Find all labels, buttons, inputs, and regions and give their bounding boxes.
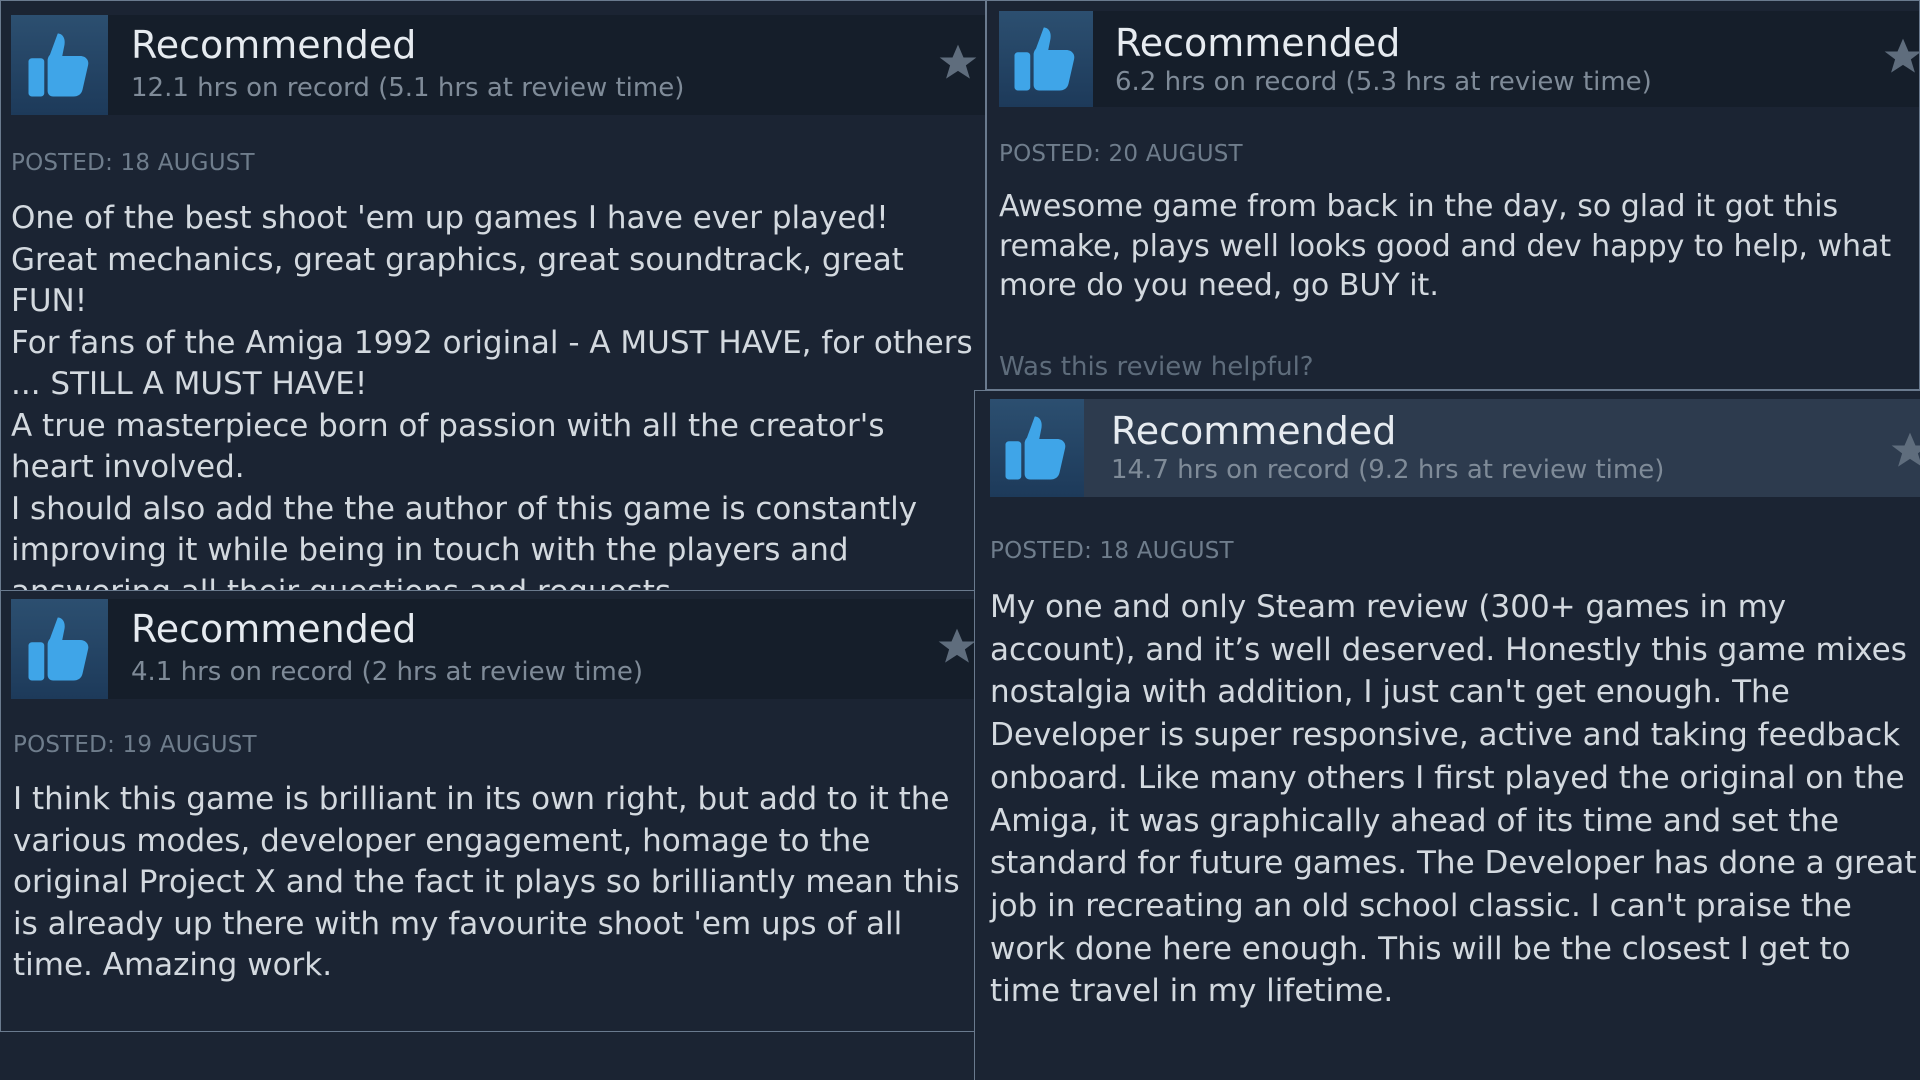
helpful-prompt: Was this review helpful? <box>999 352 1314 382</box>
playtime-text: 12.1 hrs on record (5.1 hrs at review ti… <box>131 73 685 103</box>
review-verdict: Recommended <box>131 607 417 651</box>
review-card: Recommended 6.2 hrs on record (5.3 hrs a… <box>986 0 1920 390</box>
review-verdict: Recommended <box>1111 409 1397 453</box>
star-icon[interactable] <box>1888 429 1920 473</box>
review-body: I think this game is brilliant in its ow… <box>13 779 973 987</box>
review-body: My one and only Steam review (300+ games… <box>990 586 1918 1013</box>
review-card: Recommended 14.7 hrs on record (9.2 hrs … <box>974 390 1920 1080</box>
thumbs-up-icon <box>990 399 1084 497</box>
review-card: Recommended 4.1 hrs on record (2 hrs at … <box>0 590 986 1032</box>
review-body: Awesome game from back in the day, so gl… <box>999 187 1917 306</box>
star-icon[interactable] <box>936 41 980 85</box>
review-paragraph: One of the best shoot 'em up games I hav… <box>11 200 904 319</box>
review-card: Recommended 12.1 hrs on record (5.1 hrs … <box>0 0 986 592</box>
thumbs-up-icon <box>11 599 108 699</box>
thumbs-up-icon <box>999 11 1093 107</box>
posted-date: POSTED: 20 AUGUST <box>999 141 1243 167</box>
review-paragraph: A true masterpiece born of passion with … <box>11 407 885 486</box>
review-paragraph: Awesome game from back in the day, so gl… <box>999 189 1892 303</box>
review-header[interactable]: Recommended 14.7 hrs on record (9.2 hrs … <box>990 399 1920 497</box>
posted-date: POSTED: 19 AUGUST <box>13 732 257 758</box>
star-icon[interactable] <box>1881 35 1920 79</box>
star-icon[interactable] <box>935 625 979 669</box>
review-paragraph: I think this game is brilliant in its ow… <box>13 781 960 983</box>
thumbs-up-icon <box>11 15 108 115</box>
playtime-text: 14.7 hrs on record (9.2 hrs at review ti… <box>1111 455 1665 485</box>
posted-date: POSTED: 18 AUGUST <box>990 538 1234 564</box>
review-verdict: Recommended <box>1115 21 1401 65</box>
playtime-text: 4.1 hrs on record (2 hrs at review time) <box>131 657 644 687</box>
review-paragraph: My one and only Steam review (300+ games… <box>990 589 1917 1010</box>
review-header[interactable]: Recommended 6.2 hrs on record (5.3 hrs a… <box>999 11 1919 107</box>
review-paragraph: I should also add the the author of this… <box>11 490 918 592</box>
posted-date: POSTED: 18 AUGUST <box>11 150 255 176</box>
playtime-text: 6.2 hrs on record (5.3 hrs at review tim… <box>1115 67 1652 97</box>
review-verdict: Recommended <box>131 23 417 67</box>
review-paragraph: For fans of the Amiga 1992 original - A … <box>11 324 973 403</box>
review-body: One of the best shoot 'em up games I hav… <box>11 198 973 592</box>
review-header[interactable]: Recommended 12.1 hrs on record (5.1 hrs … <box>11 15 985 115</box>
reviews-collage: Recommended 12.1 hrs on record (5.1 hrs … <box>0 0 1920 1080</box>
review-header[interactable]: Recommended 4.1 hrs on record (2 hrs at … <box>11 599 985 699</box>
